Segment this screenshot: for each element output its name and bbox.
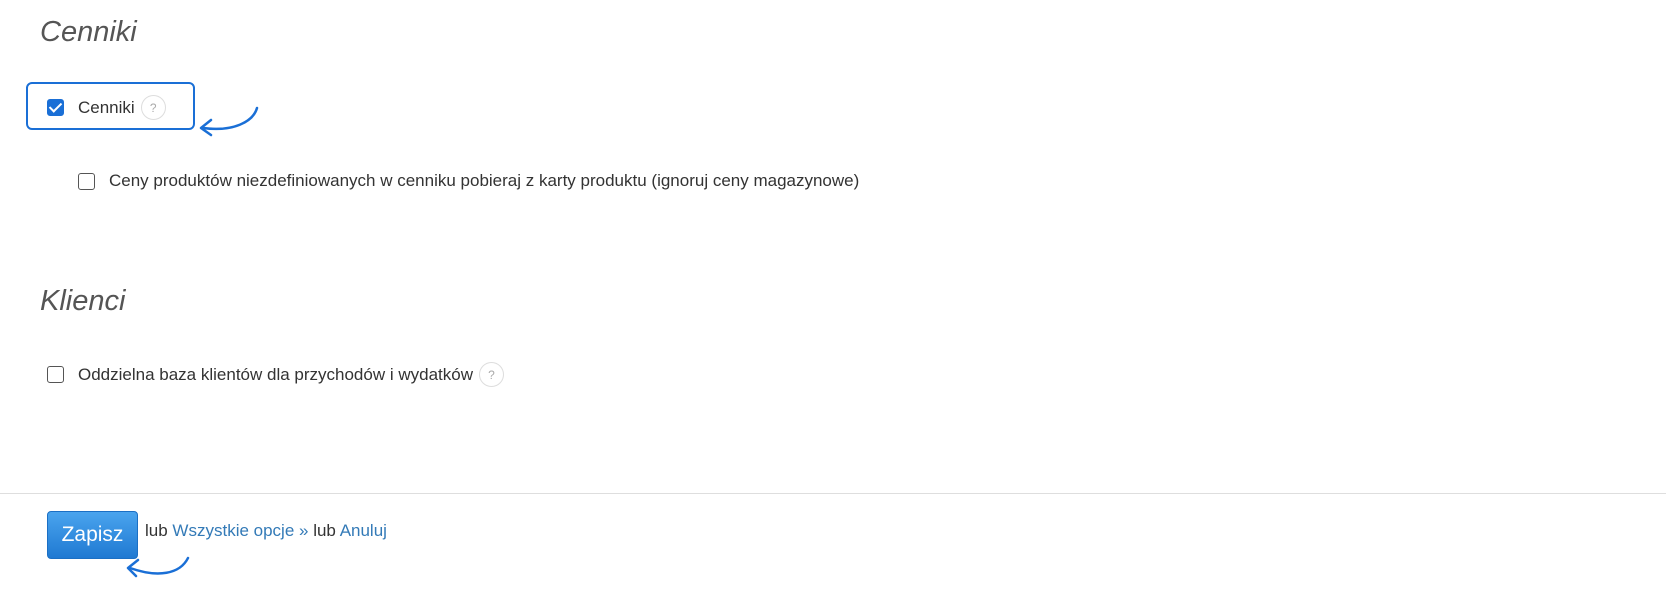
ceny-produktow-label[interactable]: Ceny produktów niezdefiniowanych w cenni… <box>109 171 859 191</box>
annotation-arrow-icon <box>126 556 190 578</box>
section-heading-cenniki: Cenniki <box>40 16 137 48</box>
klienci-checkbox-row[interactable]: Oddzielna baza klientów dla przychodów i… <box>47 362 504 387</box>
help-icon[interactable]: ? <box>478 362 504 387</box>
save-button[interactable]: Zapisz <box>47 511 138 559</box>
footer-divider <box>0 493 1666 494</box>
cenniki-sub-checkbox-row[interactable]: Ceny produktów niezdefiniowanych w cenni… <box>78 171 859 191</box>
cenniki-checkbox-row[interactable]: Cenniki ? <box>47 95 166 120</box>
annotation-arrow-icon <box>199 106 259 137</box>
ceny-produktow-checkbox[interactable] <box>78 172 95 190</box>
footer-actions: lub Wszystkie opcje » lub Anuluj <box>145 521 387 541</box>
cancel-link[interactable]: Anuluj <box>340 521 387 540</box>
all-options-link[interactable]: Wszystkie opcje » <box>172 521 308 540</box>
or-text: lub <box>313 521 336 540</box>
section-heading-klienci: Klienci <box>40 285 126 317</box>
cenniki-checkbox-label[interactable]: Cenniki <box>78 98 135 118</box>
or-text: lub <box>145 521 168 540</box>
cenniki-checkbox[interactable] <box>47 99 64 116</box>
oddzielna-baza-checkbox[interactable] <box>47 366 64 383</box>
oddzielna-baza-label[interactable]: Oddzielna baza klientów dla przychodów i… <box>78 365 473 385</box>
help-icon[interactable]: ? <box>140 95 166 120</box>
